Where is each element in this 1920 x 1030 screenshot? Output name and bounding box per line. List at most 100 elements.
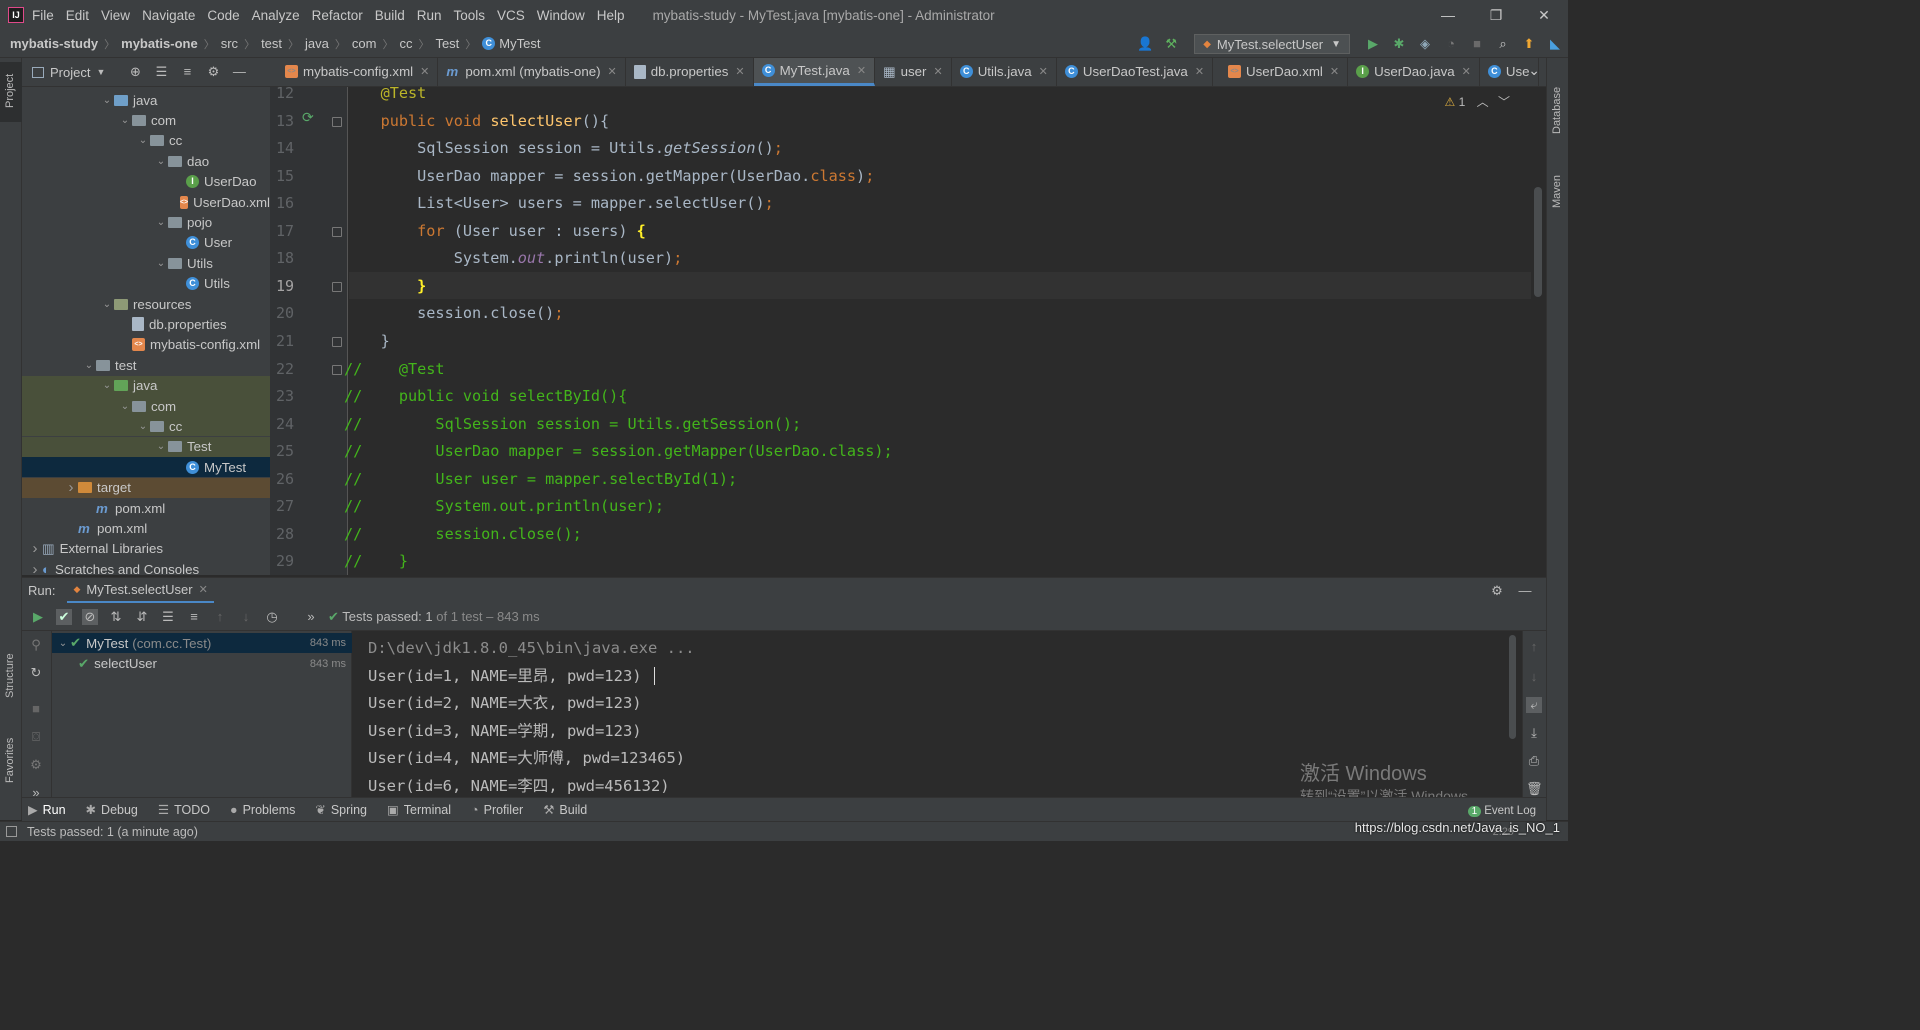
tree-item[interactable]: › ▥ External Libraries bbox=[22, 539, 270, 559]
tree-item[interactable]: ⌄ pojo bbox=[22, 212, 270, 232]
breadcrumb-item[interactable]: mybatis-one bbox=[121, 36, 198, 51]
menu-item-navigate[interactable]: Navigate bbox=[142, 8, 195, 23]
console-scrollbar[interactable] bbox=[1509, 635, 1516, 739]
user-icon[interactable]: 👤 bbox=[1137, 36, 1153, 52]
tab-mybatis-config-xml[interactable]: <> mybatis-config.xml ✕ bbox=[270, 58, 439, 86]
event-log[interactable]: 1 Event Log bbox=[1467, 805, 1536, 817]
hide-icon[interactable]: — bbox=[231, 64, 247, 80]
tab-userdaotest-java[interactable]: C UserDaoTest.java ✕ bbox=[1057, 58, 1214, 86]
tree-item[interactable]: m pom.xml bbox=[22, 498, 270, 518]
bottom-tab-problems[interactable]: ● Problems bbox=[230, 803, 295, 817]
fold-marker-icon[interactable] bbox=[332, 281, 342, 292]
scroll-to-end-icon[interactable]: ⤓ bbox=[1526, 725, 1542, 741]
run-gutter-icon[interactable]: ⟳ bbox=[302, 109, 314, 126]
gear-icon[interactable]: ⚙ bbox=[205, 64, 221, 80]
menu-item-code[interactable]: Code bbox=[207, 8, 239, 23]
bottom-tab-debug[interactable]: ✱ Debug bbox=[86, 802, 138, 818]
search-icon[interactable]: ⌕ bbox=[1495, 36, 1511, 52]
tree-item[interactable]: ⌄ Utils bbox=[22, 253, 270, 273]
tree-item[interactable]: I UserDao bbox=[22, 172, 270, 192]
menu-item-tools[interactable]: Tools bbox=[454, 8, 486, 23]
favorites-tool-label[interactable]: Favorites bbox=[4, 738, 16, 783]
tree-toggle-icon[interactable]: ⌄ bbox=[154, 441, 168, 452]
tree-item[interactable]: › target bbox=[22, 477, 270, 498]
close-icon[interactable]: ✕ bbox=[1195, 65, 1204, 78]
breadcrumb-item[interactable]: MyTest bbox=[499, 36, 540, 51]
close-icon[interactable]: ✕ bbox=[933, 65, 942, 78]
locate-icon[interactable]: ⊕ bbox=[127, 64, 143, 80]
menu-item-run[interactable]: Run bbox=[417, 8, 442, 23]
database-tool-label[interactable]: Database bbox=[1551, 87, 1563, 134]
bottom-tab-todo[interactable]: ☰ TODO bbox=[158, 802, 210, 818]
tree-toggle-icon[interactable]: ⌄ bbox=[136, 135, 150, 146]
fold-marker-icon[interactable] bbox=[332, 364, 342, 375]
breadcrumb-item[interactable]: com bbox=[352, 36, 377, 51]
tree-item[interactable]: ⌄ cc bbox=[22, 416, 270, 437]
code-editor[interactable]: 12 13 14 15 16 17 18 19 20 21 22 23 24 25 26 27 28 29 @Te… bbox=[270, 87, 1546, 575]
tree-item[interactable]: ⌄ java bbox=[22, 375, 270, 396]
stop-icon[interactable]: ■ bbox=[1469, 36, 1485, 52]
project-view-select[interactable]: Project bbox=[50, 65, 90, 80]
fold-marker-icon[interactable] bbox=[332, 336, 342, 347]
tree-toggle-icon[interactable]: ⌄ bbox=[100, 95, 114, 106]
trash-icon[interactable]: 🗑 bbox=[1526, 781, 1543, 797]
tab-mytest-java[interactable]: C MyTest.java ✕ bbox=[753, 58, 876, 86]
tree-item[interactable]: C MyTest bbox=[22, 457, 270, 478]
collapse-all-icon[interactable]: ≡ bbox=[179, 64, 195, 80]
tree-item[interactable]: ⌄ com bbox=[22, 110, 270, 130]
tab-pom-xml-mybatis-one-[interactable]: m pom.xml (mybatis-one) ✕ bbox=[438, 58, 626, 86]
tree-item[interactable]: C User bbox=[22, 233, 270, 253]
bottom-tab-run[interactable]: ▶ Run bbox=[28, 802, 66, 818]
update-icon[interactable]: ⬆ bbox=[1521, 36, 1537, 52]
status-toggle-icon[interactable] bbox=[6, 826, 17, 837]
tree-toggle-icon[interactable]: ⌄ bbox=[154, 258, 168, 269]
breadcrumb-item[interactable]: mybatis-study bbox=[10, 36, 98, 51]
tab-user[interactable]: ▦ user ✕ bbox=[875, 58, 952, 86]
close-icon[interactable]: ✕ bbox=[735, 65, 744, 78]
breadcrumb-item[interactable]: Test bbox=[435, 36, 459, 51]
structure-tool-label[interactable]: Structure bbox=[4, 653, 16, 698]
stop-icon[interactable]: ■ bbox=[28, 701, 44, 717]
debug-icon[interactable]: ✱ bbox=[1391, 36, 1407, 52]
editor-scrollbar[interactable] bbox=[1534, 187, 1542, 297]
sort-duration-icon[interactable]: ⇵ bbox=[134, 609, 150, 625]
breadcrumb-item[interactable]: cc bbox=[399, 36, 412, 51]
menu-item-vcs[interactable]: VCS bbox=[497, 8, 525, 23]
settings-icon[interactable]: ⚙ bbox=[28, 757, 44, 773]
rerun-failed-icon[interactable]: ↻ bbox=[28, 665, 44, 681]
tree-toggle-icon[interactable]: ⌄ bbox=[118, 401, 132, 412]
tree-toggle-icon[interactable]: ⌄ bbox=[56, 638, 70, 649]
close-icon[interactable]: ✕ bbox=[199, 583, 208, 596]
next-failed-icon[interactable]: ↓ bbox=[238, 609, 254, 625]
tree-item[interactable]: ⌄ Test bbox=[22, 436, 270, 457]
camera-icon[interactable]: ⌼ bbox=[28, 729, 44, 745]
tree-toggle-icon[interactable]: ⌄ bbox=[136, 421, 150, 432]
tree-item[interactable]: › ◐ Scratches and Consoles bbox=[22, 559, 270, 575]
soft-wrap-icon[interactable]: ⤶ bbox=[1526, 697, 1542, 713]
build-hammer-icon[interactable]: ⚒ bbox=[1163, 36, 1179, 52]
tree-item[interactable]: <> mybatis-config.xml bbox=[22, 335, 270, 355]
breadcrumb-item[interactable]: java bbox=[305, 36, 329, 51]
scroll-down-icon[interactable]: ↓ bbox=[1526, 669, 1542, 685]
coverage-icon[interactable]: ◈ bbox=[1417, 36, 1433, 52]
menu-item-file[interactable]: File bbox=[32, 8, 54, 23]
rerun-icon[interactable]: ▶ bbox=[30, 609, 46, 625]
menu-item-analyze[interactable]: Analyze bbox=[252, 8, 300, 23]
tree-item[interactable]: ⌄ dao bbox=[22, 151, 270, 171]
profile-icon[interactable]: ◔ bbox=[1443, 36, 1459, 52]
tree-toggle-icon[interactable]: ⌄ bbox=[154, 217, 168, 228]
tree-toggle-icon[interactable]: ⌄ bbox=[154, 156, 168, 167]
tree-item[interactable]: ⌄ java bbox=[22, 90, 270, 110]
run-tab[interactable]: ◆ MyTest.selectUser ✕ bbox=[67, 578, 214, 604]
close-icon[interactable]: ✕ bbox=[1039, 65, 1048, 78]
menu-item-build[interactable]: Build bbox=[375, 8, 405, 23]
tree-toggle-icon[interactable]: ⌄ bbox=[82, 360, 96, 371]
bottom-tab-terminal[interactable]: ▣ Terminal bbox=[387, 802, 451, 818]
fold-marker-icon[interactable] bbox=[332, 226, 342, 237]
show-passed-icon[interactable]: ✔ bbox=[56, 608, 72, 625]
tree-item[interactable]: ⌄ test bbox=[22, 355, 270, 375]
tree-toggle-icon[interactable]: › bbox=[28, 561, 42, 575]
breadcrumb-item[interactable]: test bbox=[261, 36, 282, 51]
run-configuration-select[interactable]: ◆ MyTest.selectUser ▼ bbox=[1194, 34, 1350, 54]
tree-item[interactable]: ⌄ cc bbox=[22, 131, 270, 151]
